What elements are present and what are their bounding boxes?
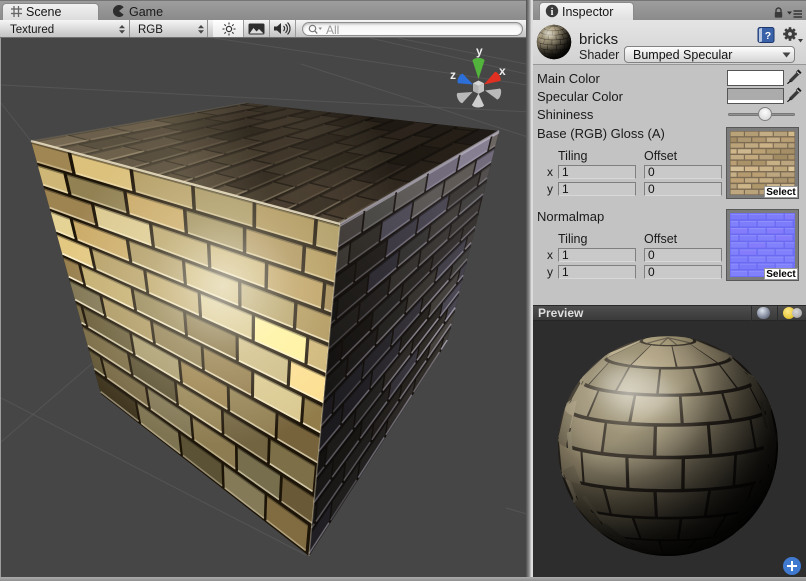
svg-text:?: ?: [765, 30, 771, 42]
svg-text:y: y: [476, 44, 483, 58]
svg-text:z: z: [450, 68, 456, 82]
svg-text:i: i: [551, 7, 554, 18]
svg-text:x: x: [499, 64, 506, 78]
